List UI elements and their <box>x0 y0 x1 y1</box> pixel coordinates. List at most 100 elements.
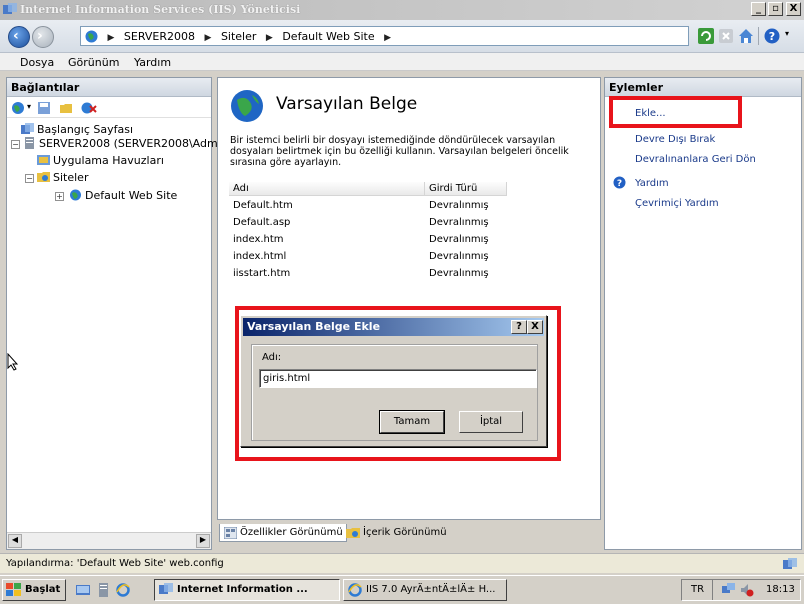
folder-icon[interactable] <box>59 101 73 115</box>
tree-label: SERVER2008 (SERVER2008\Adm <box>39 137 218 150</box>
ok-button[interactable]: Tamam <box>380 411 444 433</box>
scroll-left-icon[interactable]: ◀ <box>8 534 22 548</box>
tab-label: Özellikler Görünümü <box>240 527 343 538</box>
status-bar: Yapılandırma: 'Default Web Site' web.con… <box>0 553 804 573</box>
column-header-entry-type[interactable]: Girdi Türü <box>425 182 507 196</box>
action-help[interactable]: Yardım <box>635 178 669 189</box>
crumb-server[interactable]: SERVER2008 <box>124 30 195 43</box>
app-pool-icon <box>37 155 50 165</box>
expand-default-web-site-icon[interactable]: + <box>55 192 64 201</box>
highlight-add-action <box>609 96 742 128</box>
internet-explorer-icon[interactable] <box>116 583 130 597</box>
window-title: Internet Information Services (IIS) Yöne… <box>20 3 301 16</box>
table-row-type: Devralınmış <box>429 268 489 279</box>
help-icon[interactable]: ? <box>764 28 780 44</box>
dialog-close-button[interactable]: X <box>527 320 543 334</box>
chevron-right-icon: ▶ <box>384 33 392 43</box>
crumb-default-web-site[interactable]: Default Web Site <box>282 30 374 43</box>
tree-label: Uygulama Havuzları <box>53 154 164 167</box>
server-icon <box>25 137 34 149</box>
menu-help[interactable]: Yardım <box>134 56 171 69</box>
window-title-bar[interactable]: Internet Information Services (IIS) Yöne… <box>0 0 804 20</box>
tab-features-view[interactable]: Özellikler Görünümü <box>219 524 347 542</box>
actions-title: Eylemler <box>605 78 801 97</box>
address-toolbar: ? ▾ <box>696 27 800 45</box>
tree-item-app-pools[interactable]: Uygulama Havuzları <box>37 154 164 167</box>
status-text: Yapılandırma: 'Default Web Site' web.con… <box>6 558 224 569</box>
table-row-type: Devralınmış <box>429 217 489 228</box>
iis-app-icon <box>159 583 173 594</box>
svg-text:?: ? <box>769 30 775 43</box>
action-revert-to-parent[interactable]: Devralınanlara Geri Dön <box>635 154 756 165</box>
address-breadcrumb-box[interactable]: ▶ SERVER2008 ▶ Siteler ▶ Default Web Sit… <box>80 26 689 46</box>
horizontal-scrollbar[interactable]: ◀ ▶ <box>7 532 211 549</box>
table-row-name[interactable]: index.html <box>233 251 286 262</box>
tree-label: Default Web Site <box>85 189 178 202</box>
column-header-name[interactable]: Adı <box>229 182 425 196</box>
home-icon[interactable] <box>738 28 754 44</box>
stop-icon[interactable] <box>718 28 734 44</box>
save-icon[interactable] <box>37 101 51 115</box>
table-row-name[interactable]: Default.asp <box>233 217 290 228</box>
address-bar: ‹ › ▶ SERVER2008 ▶ Siteler ▶ Default Web… <box>0 20 804 53</box>
action-disable[interactable]: Devre Dışı Bırak <box>635 134 715 145</box>
close-button[interactable]: X <box>786 2 801 16</box>
help-dropdown-icon[interactable]: ▾ <box>785 29 789 38</box>
dialog-content-frame: Adı: Tamam İptal <box>251 344 538 441</box>
delete-connection-icon[interactable] <box>81 101 97 115</box>
tree-item-sites[interactable]: Siteler <box>37 171 88 184</box>
tab-label: İçerik Görünümü <box>363 527 447 538</box>
tree-item-server[interactable]: SERVER2008 (SERVER2008\Adm <box>23 137 218 150</box>
action-online-help[interactable]: Çevrimiçi Yardım <box>635 198 719 209</box>
back-button[interactable]: ‹ <box>8 26 30 48</box>
connect-globe-icon[interactable] <box>11 101 25 115</box>
minimize-button[interactable]: _ <box>751 2 766 16</box>
taskbar-iis-manager[interactable]: Internet Information ... <box>154 579 340 601</box>
taskbar-task-label: Internet Information ... <box>177 584 308 595</box>
clock[interactable]: 18:13 <box>766 584 795 595</box>
feature-description: Bir istemci belirli bir dosyayı istemedi… <box>230 135 569 168</box>
cancel-button[interactable]: İptal <box>459 411 523 433</box>
help-icon: ? <box>613 176 626 189</box>
connect-dropdown-icon[interactable]: ▾ <box>27 102 31 111</box>
tree-label: Siteler <box>53 171 89 184</box>
tab-content-view[interactable]: İçerik Görünümü <box>343 524 450 542</box>
table-row-type: Devralınmış <box>429 200 489 211</box>
features-view-icon <box>224 527 237 539</box>
forward-button[interactable]: › <box>32 26 54 48</box>
server-manager-icon[interactable] <box>96 583 110 597</box>
volume-muted-icon[interactable] <box>740 583 754 597</box>
maximize-button[interactable]: ▫ <box>768 2 783 16</box>
scroll-right-icon[interactable]: ▶ <box>196 534 210 548</box>
chevron-right-icon: ▶ <box>204 33 212 43</box>
dialog-help-button[interactable]: ? <box>511 320 527 334</box>
menu-file[interactable]: Dosya <box>20 56 54 69</box>
show-desktop-icon[interactable] <box>76 583 90 597</box>
taskbar-ie-window[interactable]: IIS 7.0 AyrÄ±ntÄ±lÄ± H... <box>343 579 507 601</box>
name-input[interactable] <box>259 369 537 388</box>
svg-text:?: ? <box>617 179 622 189</box>
add-default-document-dialog: Varsayılan Belge Ekle ? X Adı: Tamam İpt… <box>240 315 547 447</box>
crumb-sites[interactable]: Siteler <box>221 30 256 43</box>
table-row-name[interactable]: Default.htm <box>233 200 293 211</box>
forward-arrow-icon: › <box>37 28 43 44</box>
menu-view[interactable]: Görünüm <box>68 56 119 69</box>
collapse-sites-icon[interactable]: − <box>25 174 34 183</box>
internet-explorer-icon <box>348 583 362 597</box>
language-indicator[interactable]: TR <box>691 584 704 595</box>
back-arrow-icon: ‹ <box>13 28 19 44</box>
table-row-name[interactable]: iisstart.htm <box>233 268 290 279</box>
globe-icon <box>231 90 263 122</box>
collapse-server-icon[interactable]: − <box>11 140 20 149</box>
table-row-name[interactable]: index.htm <box>233 234 284 245</box>
tree-item-start-page[interactable]: Başlangıç Sayfası <box>21 123 133 136</box>
start-button[interactable]: Başlat <box>2 579 66 601</box>
taskbar: Başlat Internet Information ... IIS 7.0 … <box>0 575 804 604</box>
name-label: Adı: <box>262 352 282 363</box>
network-icon[interactable] <box>722 583 736 597</box>
dialog-title-bar[interactable]: Varsayılan Belge Ekle ? X <box>243 318 544 336</box>
refresh-icon[interactable] <box>698 28 714 44</box>
tree-item-default-web-site[interactable]: Default Web Site <box>69 189 177 202</box>
actions-panel: Eylemler Ekle... Devre Dışı Bırak Devral… <box>604 77 802 550</box>
table-row-type: Devralınmış <box>429 234 489 245</box>
